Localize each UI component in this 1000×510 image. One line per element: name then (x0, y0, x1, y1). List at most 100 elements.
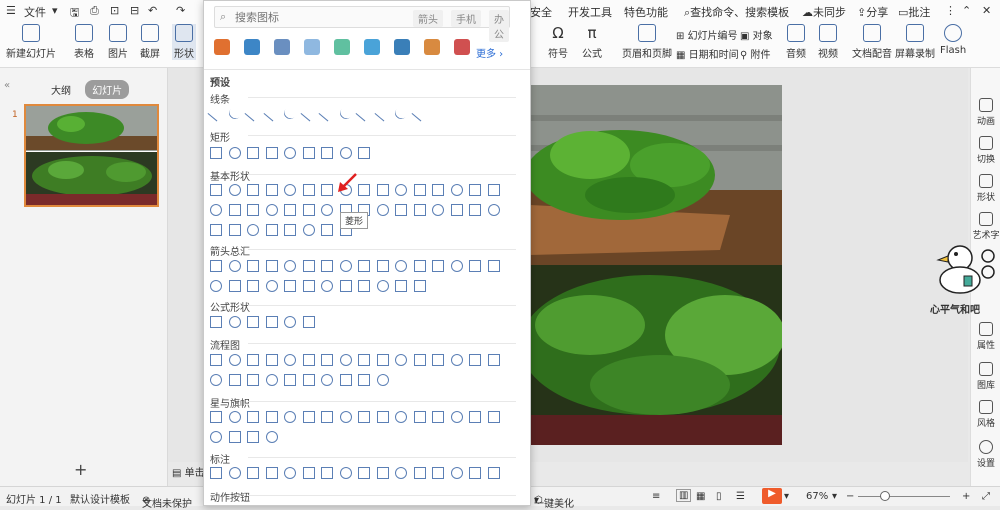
shape-button[interactable]: 形状 (172, 24, 196, 60)
shape-item[interactable] (413, 184, 426, 196)
shape-item[interactable] (265, 431, 278, 443)
person-icon[interactable] (214, 39, 230, 55)
shape-item[interactable] (413, 260, 426, 272)
video-button[interactable]: 视频 (818, 24, 838, 60)
lock-icon[interactable] (304, 39, 320, 55)
shape-item[interactable] (469, 204, 481, 216)
shape-item[interactable] (450, 184, 463, 196)
shape-item[interactable] (284, 224, 296, 236)
task-animation[interactable]: 动画 (971, 98, 1000, 127)
screenshot-button[interactable]: 截屏 (140, 24, 160, 60)
shape-item[interactable] (210, 147, 222, 159)
shape-item[interactable] (210, 224, 222, 236)
shape-item[interactable] (321, 184, 333, 196)
shape-item[interactable] (395, 184, 407, 196)
shape-item[interactable] (469, 184, 481, 196)
shape-item[interactable] (284, 260, 296, 272)
shape-item[interactable] (281, 104, 299, 122)
shape-item[interactable] (413, 280, 426, 292)
shape-item[interactable] (302, 224, 315, 236)
menu-special[interactable]: 特色功能 (624, 4, 668, 20)
shape-item[interactable] (302, 374, 315, 386)
shape-item[interactable] (302, 354, 315, 366)
hand-icon[interactable] (274, 39, 290, 55)
box-icon[interactable] (454, 39, 470, 55)
shape-item[interactable] (376, 374, 389, 386)
shape-item[interactable] (376, 260, 389, 272)
flash-button[interactable]: Flash (940, 24, 966, 56)
shape-item[interactable] (355, 104, 373, 122)
collapse-panel-icon[interactable]: « (4, 80, 10, 91)
shape-item[interactable] (265, 411, 278, 423)
task-properties[interactable]: 属性 (971, 322, 1000, 351)
shape-item[interactable] (228, 224, 241, 236)
task-shape[interactable]: 形状 (971, 174, 1000, 203)
shape-item[interactable] (358, 467, 370, 479)
shape-item[interactable] (374, 104, 391, 122)
shape-item[interactable] (321, 280, 333, 292)
shape-item[interactable] (210, 354, 222, 366)
task-transition[interactable]: 切换 (971, 136, 1000, 165)
shape-item[interactable] (284, 316, 296, 328)
formula-button[interactable]: π 公式 (582, 24, 602, 60)
task-style[interactable]: 风格 (971, 400, 1000, 429)
shape-item[interactable] (265, 374, 278, 386)
shape-item[interactable] (247, 204, 259, 216)
shape-item[interactable] (210, 204, 222, 216)
shape-item[interactable] (247, 431, 259, 443)
audio-button[interactable]: 音频 (786, 24, 806, 60)
shape-item[interactable] (392, 104, 410, 122)
screen-record-button[interactable]: 屏幕录制 (895, 24, 935, 60)
table-button[interactable]: 表格 (74, 24, 94, 60)
shape-item[interactable] (228, 467, 241, 479)
chevron-down-icon[interactable]: ▾ (52, 4, 58, 17)
shape-item[interactable] (321, 467, 333, 479)
shape-item[interactable] (265, 280, 278, 292)
task-settings[interactable]: 设置 (971, 440, 1000, 469)
shape-item[interactable] (432, 354, 444, 366)
shape-item[interactable] (321, 147, 333, 159)
more-icons-link[interactable]: 更多 › (476, 45, 503, 60)
zoom-out-button[interactable]: − (846, 491, 854, 502)
shape-item[interactable] (411, 104, 428, 122)
shape-item[interactable] (413, 467, 426, 479)
shape-item[interactable] (265, 260, 278, 272)
comment-button[interactable]: ▭批注 (898, 4, 930, 20)
icon-search-box[interactable]: ⌕ 箭头 手机 办公 (214, 6, 510, 42)
shape-item[interactable] (376, 280, 389, 292)
shape-item[interactable] (487, 184, 500, 196)
shape-item[interactable] (247, 374, 259, 386)
shape-item[interactable] (413, 354, 426, 366)
shape-item[interactable] (450, 354, 463, 366)
shape-item[interactable] (210, 280, 222, 292)
shape-item[interactable] (284, 467, 296, 479)
undo-icon[interactable]: ↶ (148, 4, 157, 17)
shape-item[interactable] (432, 467, 444, 479)
shape-item[interactable] (302, 411, 315, 423)
shape-item[interactable] (450, 204, 463, 216)
shape-item[interactable] (247, 280, 259, 292)
shape-item[interactable] (284, 280, 296, 292)
shape-item[interactable] (450, 467, 463, 479)
share-button[interactable]: ⇪分享 (857, 4, 888, 20)
reading-view-icon[interactable]: ▯ (716, 491, 722, 502)
preview-icon[interactable]: ⊡ (110, 4, 119, 17)
slide[interactable] (530, 85, 782, 445)
shape-item[interactable] (284, 204, 296, 216)
symbol-button[interactable]: Ω 符号 (548, 24, 568, 60)
shape-item[interactable] (376, 184, 389, 196)
tag-phone[interactable]: 手机 (451, 10, 481, 27)
close-icon[interactable]: ✕ (982, 4, 991, 17)
shape-item[interactable] (302, 147, 315, 159)
shape-item[interactable] (432, 204, 444, 216)
shape-item[interactable] (265, 184, 278, 196)
icon-search-input[interactable] (235, 9, 395, 25)
shape-item[interactable] (487, 411, 500, 423)
shape-item[interactable] (228, 147, 241, 159)
shape-item[interactable] (395, 354, 407, 366)
picture-button[interactable]: 图片 (108, 24, 128, 60)
tag-arrow[interactable]: 箭头 (413, 10, 443, 27)
shape-item[interactable] (358, 411, 370, 423)
shape-item[interactable] (228, 184, 241, 196)
shape-item[interactable] (450, 260, 463, 272)
